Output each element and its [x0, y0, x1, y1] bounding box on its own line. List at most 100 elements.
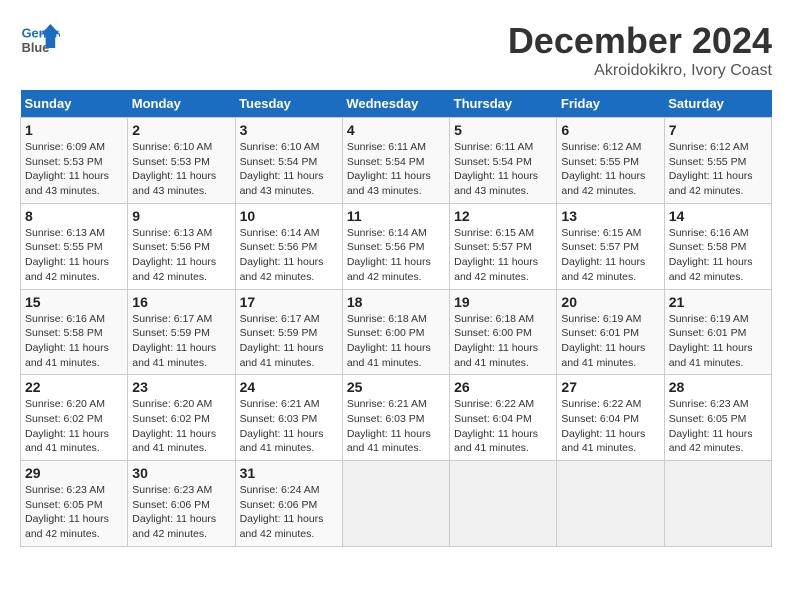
day-detail: Sunrise: 6:13 AMSunset: 5:55 PMDaylight:… [25, 226, 123, 285]
calendar-week-1: 1Sunrise: 6:09 AMSunset: 5:53 PMDaylight… [21, 118, 772, 204]
calendar-cell: 29 Sunrise: 6:23 AMSunset: 6:05 PMDayligh… [21, 461, 128, 547]
day-number: 16 [132, 294, 230, 310]
calendar-cell: 13 Sunrise: 6:15 AMSunset: 5:57 PMDayligh… [557, 203, 664, 289]
day-detail: Sunrise: 6:16 AMSunset: 5:58 PMDaylight:… [669, 226, 767, 285]
day-detail: Sunrise: 6:15 AMSunset: 5:57 PMDaylight:… [454, 226, 552, 285]
day-header-monday: Monday [128, 90, 235, 118]
day-number: 25 [347, 379, 445, 395]
day-detail: Sunrise: 6:16 AMSunset: 5:58 PMDaylight:… [25, 312, 123, 371]
day-number: 8 [25, 208, 123, 224]
day-number: 23 [132, 379, 230, 395]
calendar-cell [664, 461, 771, 547]
calendar-cell: 24 Sunrise: 6:21 AMSunset: 6:03 PMDayligh… [235, 375, 342, 461]
calendar-cell: 2 Sunrise: 6:10 AMSunset: 5:53 PMDaylight… [128, 118, 235, 204]
calendar-cell: 9 Sunrise: 6:13 AMSunset: 5:56 PMDaylight… [128, 203, 235, 289]
day-number: 17 [240, 294, 338, 310]
day-detail: Sunrise: 6:10 AMSunset: 5:53 PMDaylight:… [132, 140, 230, 199]
day-number: 3 [240, 122, 338, 138]
day-detail: Sunrise: 6:17 AMSunset: 5:59 PMDaylight:… [132, 312, 230, 371]
day-detail: Sunrise: 6:10 AMSunset: 5:54 PMDaylight:… [240, 140, 338, 199]
calendar-cell: 11 Sunrise: 6:14 AMSunset: 5:56 PMDayligh… [342, 203, 449, 289]
day-number: 30 [132, 465, 230, 481]
day-detail: Sunrise: 6:24 AMSunset: 6:06 PMDaylight:… [240, 483, 338, 542]
day-detail: Sunrise: 6:15 AMSunset: 5:57 PMDaylight:… [561, 226, 659, 285]
day-detail: Sunrise: 6:19 AMSunset: 6:01 PMDaylight:… [561, 312, 659, 371]
day-detail: Sunrise: 6:21 AMSunset: 6:03 PMDaylight:… [240, 397, 338, 456]
calendar-cell: 10 Sunrise: 6:14 AMSunset: 5:56 PMDayligh… [235, 203, 342, 289]
day-detail: Sunrise: 6:22 AMSunset: 6:04 PMDaylight:… [454, 397, 552, 456]
calendar-header-row: SundayMondayTuesdayWednesdayThursdayFrid… [21, 90, 772, 118]
calendar-cell: 12 Sunrise: 6:15 AMSunset: 5:57 PMDayligh… [450, 203, 557, 289]
calendar-cell: 16 Sunrise: 6:17 AMSunset: 5:59 PMDayligh… [128, 289, 235, 375]
day-number: 9 [132, 208, 230, 224]
day-header-friday: Friday [557, 90, 664, 118]
day-number: 13 [561, 208, 659, 224]
day-detail: Sunrise: 6:12 AMSunset: 5:55 PMDaylight:… [561, 140, 659, 199]
page-header: General Blue December 2024 Akroidokikro,… [20, 20, 772, 80]
day-detail: Sunrise: 6:22 AMSunset: 6:04 PMDaylight:… [561, 397, 659, 456]
day-number: 15 [25, 294, 123, 310]
day-number: 22 [25, 379, 123, 395]
day-detail: Sunrise: 6:20 AMSunset: 6:02 PMDaylight:… [25, 397, 123, 456]
day-detail: Sunrise: 6:14 AMSunset: 5:56 PMDaylight:… [240, 226, 338, 285]
calendar-cell: 21 Sunrise: 6:19 AMSunset: 6:01 PMDayligh… [664, 289, 771, 375]
calendar-cell: 6Sunrise: 6:12 AMSunset: 5:55 PMDaylight… [557, 118, 664, 204]
day-number: 20 [561, 294, 659, 310]
day-detail: Sunrise: 6:12 AMSunset: 5:55 PMDaylight:… [669, 140, 767, 199]
day-number: 14 [669, 208, 767, 224]
day-number: 7 [669, 122, 767, 138]
calendar-cell: 30 Sunrise: 6:23 AMSunset: 6:06 PMDayligh… [128, 461, 235, 547]
day-number: 5 [454, 122, 552, 138]
calendar-cell: 26 Sunrise: 6:22 AMSunset: 6:04 PMDayligh… [450, 375, 557, 461]
svg-text:Blue: Blue [22, 40, 50, 55]
calendar-cell: 31 Sunrise: 6:24 AMSunset: 6:06 PMDayligh… [235, 461, 342, 547]
day-number: 4 [347, 122, 445, 138]
calendar-cell: 15 Sunrise: 6:16 AMSunset: 5:58 PMDayligh… [21, 289, 128, 375]
month-year-title: December 2024 [508, 20, 772, 62]
day-detail: Sunrise: 6:23 AMSunset: 6:05 PMDaylight:… [669, 397, 767, 456]
day-detail: Sunrise: 6:13 AMSunset: 5:56 PMDaylight:… [132, 226, 230, 285]
day-detail: Sunrise: 6:11 AMSunset: 5:54 PMDaylight:… [347, 140, 445, 199]
day-number: 19 [454, 294, 552, 310]
title-area: December 2024 Akroidokikro, Ivory Coast [508, 20, 772, 80]
calendar-cell: 8 Sunrise: 6:13 AMSunset: 5:55 PMDaylight… [21, 203, 128, 289]
day-detail: Sunrise: 6:19 AMSunset: 6:01 PMDaylight:… [669, 312, 767, 371]
day-detail: Sunrise: 6:23 AMSunset: 6:06 PMDaylight:… [132, 483, 230, 542]
calendar-cell: 23Sunrise: 6:20 AMSunset: 6:02 PMDayligh… [128, 375, 235, 461]
day-number: 27 [561, 379, 659, 395]
logo-icon: General Blue [20, 20, 60, 60]
day-header-tuesday: Tuesday [235, 90, 342, 118]
day-detail: Sunrise: 6:17 AMSunset: 5:59 PMDaylight:… [240, 312, 338, 371]
day-detail: Sunrise: 6:09 AMSunset: 5:53 PMDaylight:… [25, 140, 123, 199]
calendar-week-3: 15 Sunrise: 6:16 AMSunset: 5:58 PMDayligh… [21, 289, 772, 375]
calendar-cell: 18Sunrise: 6:18 AMSunset: 6:00 PMDayligh… [342, 289, 449, 375]
day-header-wednesday: Wednesday [342, 90, 449, 118]
calendar-cell: 28 Sunrise: 6:23 AMSunset: 6:05 PMDayligh… [664, 375, 771, 461]
day-number: 29 [25, 465, 123, 481]
day-number: 21 [669, 294, 767, 310]
day-number: 28 [669, 379, 767, 395]
calendar-table: SundayMondayTuesdayWednesdayThursdayFrid… [20, 90, 772, 547]
day-number: 11 [347, 208, 445, 224]
day-detail: Sunrise: 6:21 AMSunset: 6:03 PMDaylight:… [347, 397, 445, 456]
day-header-sunday: Sunday [21, 90, 128, 118]
day-number: 31 [240, 465, 338, 481]
calendar-cell: 19 Sunrise: 6:18 AMSunset: 6:00 PMDayligh… [450, 289, 557, 375]
day-number: 12 [454, 208, 552, 224]
calendar-week-2: 8 Sunrise: 6:13 AMSunset: 5:55 PMDaylight… [21, 203, 772, 289]
day-number: 18 [347, 294, 445, 310]
day-header-thursday: Thursday [450, 90, 557, 118]
calendar-cell [342, 461, 449, 547]
day-number: 26 [454, 379, 552, 395]
calendar-cell: 25 Sunrise: 6:21 AMSunset: 6:03 PMDayligh… [342, 375, 449, 461]
day-number: 24 [240, 379, 338, 395]
calendar-cell: 1Sunrise: 6:09 AMSunset: 5:53 PMDaylight… [21, 118, 128, 204]
day-detail: Sunrise: 6:18 AMSunset: 6:00 PMDaylight:… [454, 312, 552, 371]
day-detail: Sunrise: 6:23 AMSunset: 6:05 PMDaylight:… [25, 483, 123, 542]
calendar-cell: 17 Sunrise: 6:17 AMSunset: 5:59 PMDayligh… [235, 289, 342, 375]
day-detail: Sunrise: 6:14 AMSunset: 5:56 PMDaylight:… [347, 226, 445, 285]
day-number: 2 [132, 122, 230, 138]
day-number: 10 [240, 208, 338, 224]
calendar-cell: 22 Sunrise: 6:20 AMSunset: 6:02 PMDayligh… [21, 375, 128, 461]
day-detail: Sunrise: 6:11 AMSunset: 5:54 PMDaylight:… [454, 140, 552, 199]
